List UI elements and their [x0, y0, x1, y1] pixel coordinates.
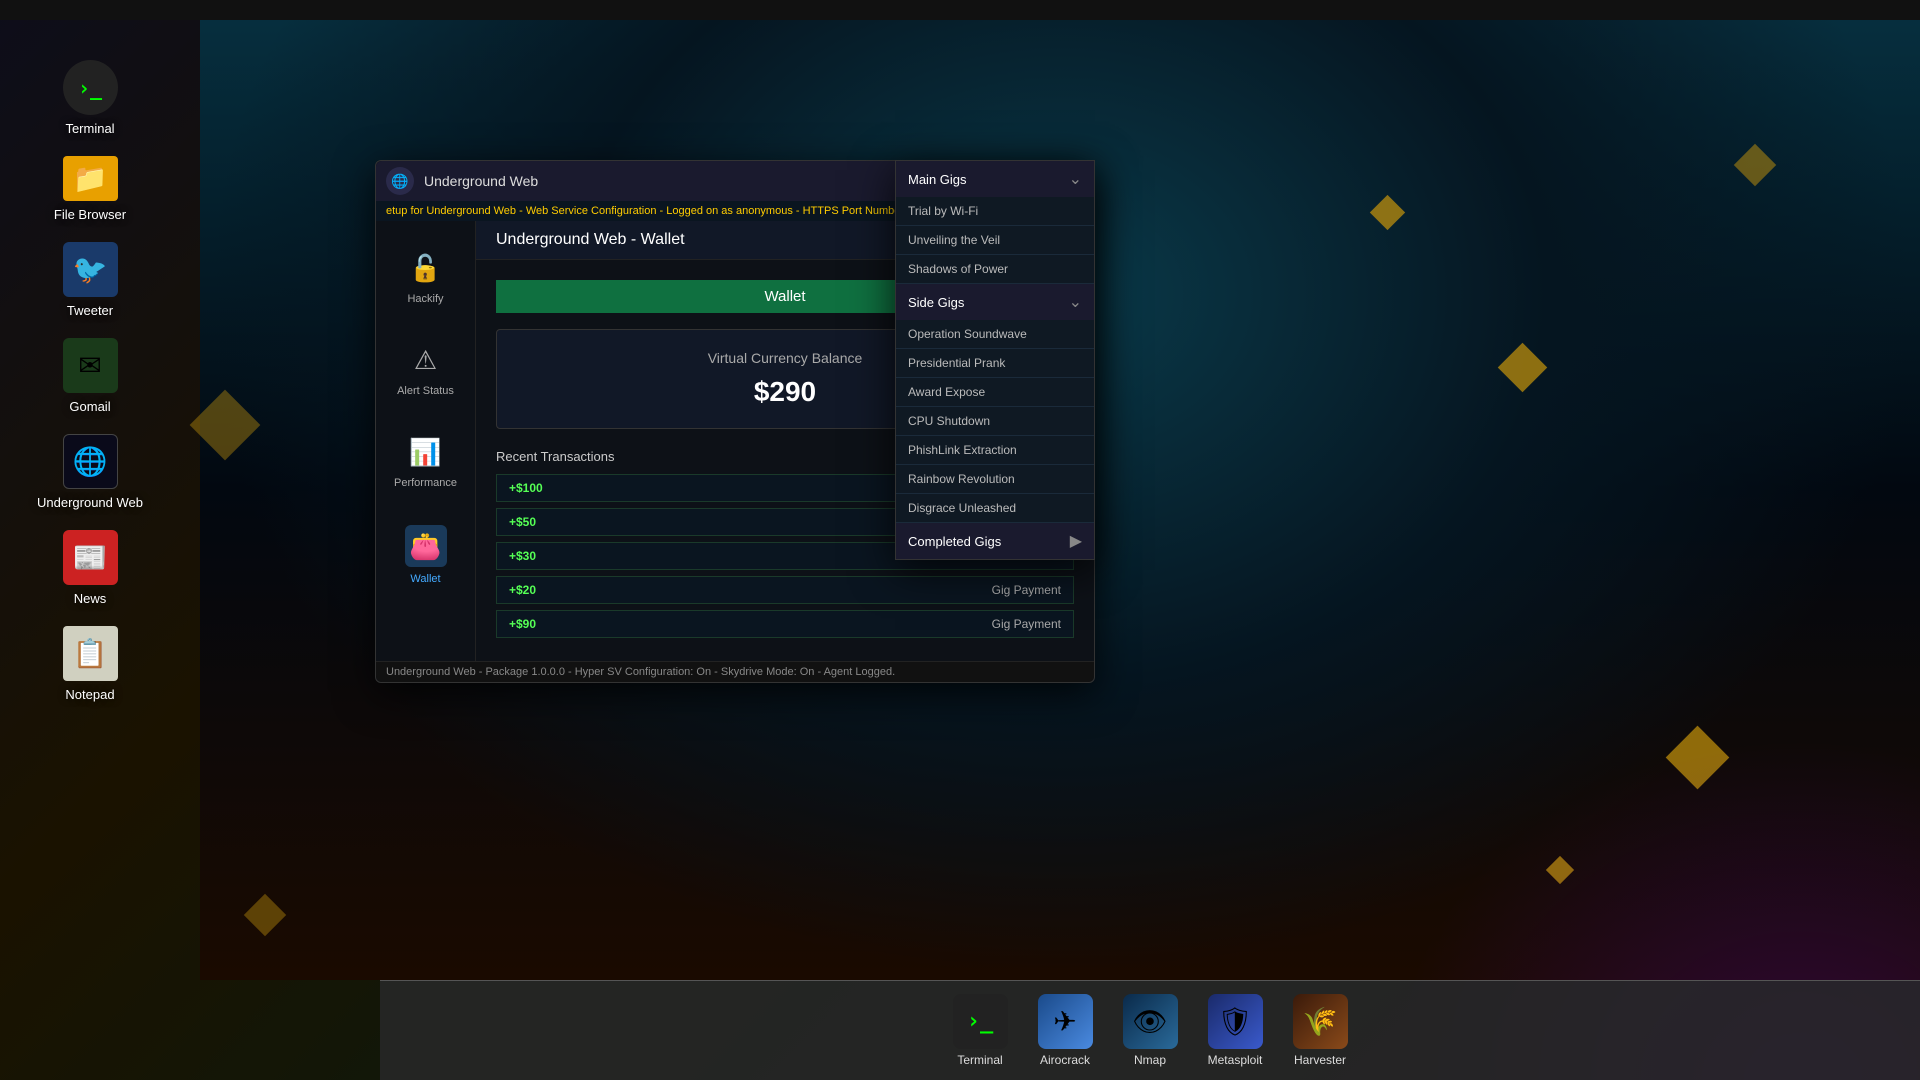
gig-item-disgrace-unleashed[interactable]: Disgrace Unleashed: [896, 494, 1094, 523]
sidebar-label-underground-web: Underground Web: [37, 495, 143, 510]
taskbar-item-harvester[interactable]: 🌾 Harvester: [1293, 994, 1348, 1067]
news-icon: 📰: [63, 530, 118, 585]
taskbar-airocrack-icon: ✈: [1038, 994, 1093, 1049]
gig-item-presidential-prank[interactable]: Presidential Prank: [896, 349, 1094, 378]
gig-item-operation-soundwave[interactable]: Operation Soundwave: [896, 320, 1094, 349]
transaction-amount: +$30: [509, 549, 579, 563]
gig-item-cpu-shutdown[interactable]: CPU Shutdown: [896, 407, 1094, 436]
alert-status-icon: ⚠: [407, 341, 445, 379]
gig-item-award-expose[interactable]: Award Expose: [896, 378, 1094, 407]
transaction-description: Gig Payment: [579, 617, 1061, 631]
gig-item-shadows-of-power[interactable]: Shadows of Power: [896, 255, 1094, 284]
sidebar-label-news: News: [74, 591, 107, 606]
taskbar-bottom: ›_ Terminal ✈ Airocrack 👁 Nmap 🛡 Metaspl…: [380, 980, 1920, 1080]
taskbar-label-nmap: Nmap: [1134, 1053, 1166, 1067]
sidebar-label-gomail: Gomail: [69, 399, 110, 414]
hackify-icon: 🔓: [407, 249, 445, 287]
taskbar-item-metasploit[interactable]: 🛡 Metasploit: [1208, 994, 1263, 1067]
gomail-icon: ✉: [63, 338, 118, 393]
notepad-icon: 📋: [63, 626, 118, 681]
wallet-header-text: Wallet: [764, 288, 805, 305]
taskbar-label-metasploit: Metasploit: [1208, 1053, 1263, 1067]
sidebar-item-news[interactable]: 📰 News: [30, 530, 150, 606]
address-bar-text: etup for Underground Web - Web Service C…: [386, 205, 976, 217]
completed-gigs-section[interactable]: Completed Gigs ▶: [896, 523, 1094, 559]
performance-icon: 📊: [407, 433, 445, 471]
nav-label-performance: Performance: [394, 477, 457, 489]
taskbar-label-harvester: Harvester: [1294, 1053, 1346, 1067]
transaction-row: +$20Gig Payment: [496, 576, 1074, 604]
taskbar-harvester-icon: 🌾: [1293, 994, 1348, 1049]
nav-item-wallet[interactable]: 👛 Wallet: [386, 517, 466, 593]
status-bar-text: Underground Web - Package 1.0.0.0 - Hype…: [386, 666, 895, 678]
taskbar-label-airocrack: Airocrack: [1040, 1053, 1090, 1067]
main-gigs-list: Trial by Wi-FiUnveiling the VeilShadows …: [896, 197, 1094, 284]
tweeter-icon: 🐦: [63, 242, 118, 297]
taskbar-nmap-icon: 👁: [1123, 994, 1178, 1049]
nav-item-alert-status[interactable]: ⚠ Alert Status: [386, 333, 466, 405]
sidebar: ›_ Terminal 📁 File Browser 🐦 Tweeter ✉ G…: [0, 20, 180, 980]
transaction-row: +$90Gig Payment: [496, 610, 1074, 638]
gig-item-rainbow-revolution[interactable]: Rainbow Revolution: [896, 465, 1094, 494]
window-title-icon: 🌐: [386, 167, 414, 195]
taskbar-metasploit-icon: 🛡: [1208, 994, 1263, 1049]
transaction-amount: +$90: [509, 617, 579, 631]
sidebar-label-notepad: Notepad: [65, 687, 114, 702]
sidebar-label-terminal: Terminal: [65, 121, 114, 136]
sidebar-item-notepad[interactable]: 📋 Notepad: [30, 626, 150, 702]
terminal-icon: ›_: [63, 60, 118, 115]
sidebar-item-file-browser[interactable]: 📁 File Browser: [30, 156, 150, 222]
sidebar-label-tweeter: Tweeter: [67, 303, 113, 318]
gig-item-unveiling-the-veil[interactable]: Unveiling the Veil: [896, 226, 1094, 255]
taskbar-item-airocrack[interactable]: ✈ Airocrack: [1038, 994, 1093, 1067]
nav-label-alert-status: Alert Status: [397, 385, 454, 397]
main-gigs-header[interactable]: Main Gigs ⌄: [896, 161, 1094, 197]
transaction-amount: +$100: [509, 481, 579, 495]
wallet-icon: 👛: [405, 525, 447, 567]
transaction-amount: +$20: [509, 583, 579, 597]
transaction-amount: +$50: [509, 515, 579, 529]
nav-label-hackify: Hackify: [407, 293, 443, 305]
nav-item-performance[interactable]: 📊 Performance: [386, 425, 466, 497]
taskbar-terminal-icon: ›_: [953, 994, 1008, 1049]
window-subtitle-text: Underground Web - Wallet: [496, 231, 685, 248]
taskbar-item-terminal[interactable]: ›_ Terminal: [953, 994, 1008, 1067]
side-gigs-label: Side Gigs: [908, 295, 964, 310]
gigs-panel: Main Gigs ⌄ Trial by Wi-FiUnveiling the …: [895, 160, 1095, 560]
completed-gigs-label: Completed Gigs: [908, 534, 1001, 549]
sidebar-item-terminal[interactable]: ›_ Terminal: [30, 60, 150, 136]
side-gigs-list: Operation SoundwavePresidential PrankAwa…: [896, 320, 1094, 523]
main-gigs-label: Main Gigs: [908, 172, 967, 187]
side-gigs-chevron-icon: ⌄: [1069, 292, 1082, 312]
sidebar-item-tweeter[interactable]: 🐦 Tweeter: [30, 242, 150, 318]
taskbar-label-terminal: Terminal: [957, 1053, 1002, 1067]
gig-item-trial-by-wifi[interactable]: Trial by Wi-Fi: [896, 197, 1094, 226]
sidebar-item-gomail[interactable]: ✉ Gomail: [30, 338, 150, 414]
taskbar-top: [0, 0, 1920, 20]
main-gigs-chevron-icon: ⌄: [1069, 169, 1082, 189]
taskbar-item-nmap[interactable]: 👁 Nmap: [1123, 994, 1178, 1067]
gig-item-phishlink-extraction[interactable]: PhishLink Extraction: [896, 436, 1094, 465]
window-statusbar: Underground Web - Package 1.0.0.0 - Hype…: [376, 661, 1094, 682]
underground-web-icon: 🌐: [63, 434, 118, 489]
window-nav: 🔓 Hackify ⚠ Alert Status 📊 Performance 👛…: [376, 221, 476, 661]
transaction-description: Gig Payment: [579, 583, 1061, 597]
sidebar-label-file-browser: File Browser: [54, 207, 126, 222]
side-gigs-header[interactable]: Side Gigs ⌄: [896, 284, 1094, 320]
sidebar-item-underground-web[interactable]: 🌐 Underground Web: [30, 434, 150, 510]
nav-label-wallet: Wallet: [410, 573, 440, 585]
completed-gigs-arrow-icon: ▶: [1070, 531, 1082, 551]
file-browser-icon: 📁: [63, 156, 118, 201]
nav-item-hackify[interactable]: 🔓 Hackify: [386, 241, 466, 313]
